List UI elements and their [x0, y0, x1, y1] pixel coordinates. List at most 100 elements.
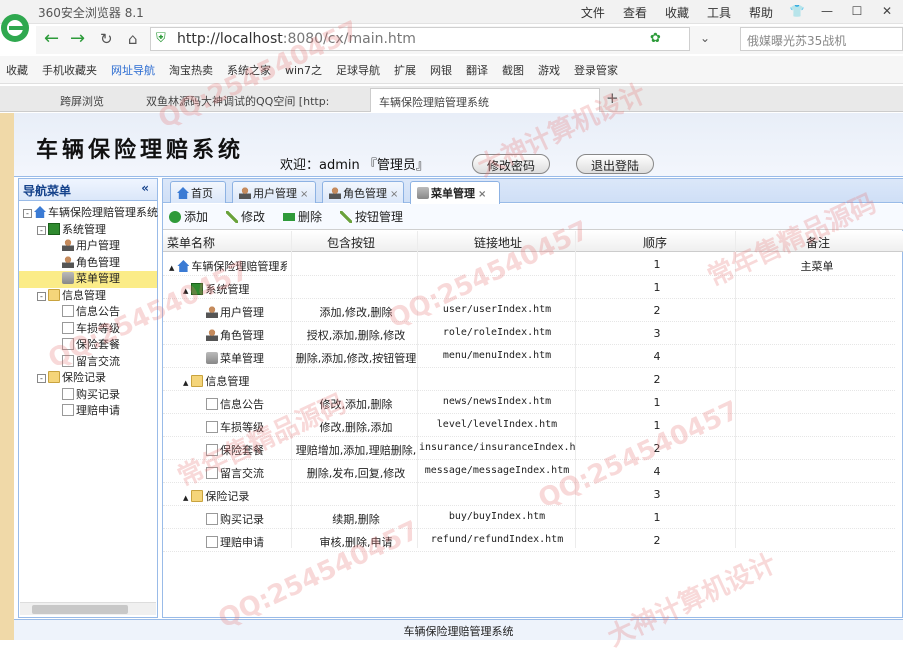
- scroll-thumb[interactable]: [32, 605, 128, 614]
- nav-item[interactable]: 保险套餐: [19, 337, 157, 354]
- table-row[interactable]: 购买记录 续期,删除 buy/buyIndex.htm 1: [163, 506, 895, 529]
- table-row[interactable]: 角色管理 授权,添加,删除,修改 role/roleIndex.htm 3: [163, 322, 895, 345]
- table-row[interactable]: 保险套餐 理赔增加,添加,理赔删除, insurance/insuranceInde…: [163, 437, 895, 460]
- fav-item[interactable]: win7之: [285, 62, 322, 78]
- close-button[interactable]: ✕: [875, 2, 899, 20]
- nav-item[interactable]: - 车辆保险理赔管理系统: [19, 205, 158, 222]
- toggle-icon[interactable]: -: [37, 225, 46, 235]
- nav-item[interactable]: 用户管理: [19, 238, 157, 255]
- search-input[interactable]: 俄媒曝光苏35战机: [740, 27, 903, 51]
- table-row[interactable]: 信息公告 修改,添加,删除 news/newsIndex.htm 1: [163, 391, 895, 414]
- table-row[interactable]: 用户管理 添加,修改,删除 user/userIndex.htm 2: [163, 299, 895, 322]
- browser-tab[interactable]: 双鱼林源码大神调试的QQ空间 [http:: [138, 88, 337, 112]
- home-icon[interactable]: ⌂: [128, 30, 138, 48]
- browser-logo-icon: [0, 2, 34, 52]
- button-manage-button[interactable]: 按钮管理: [340, 208, 403, 225]
- forward-arrow-icon[interactable]: →: [70, 28, 85, 49]
- fav-item[interactable]: 网银: [430, 62, 452, 78]
- nav-item[interactable]: 理赔申请: [19, 403, 157, 420]
- change-password-button[interactable]: 修改密码: [472, 154, 551, 174]
- content-tab[interactable]: 用户管理 ×: [232, 181, 316, 203]
- shirt-icon[interactable]: 👕: [785, 2, 809, 20]
- menu-help[interactable]: 帮助: [749, 4, 773, 21]
- close-tab-icon[interactable]: ×: [300, 189, 308, 200]
- folder-icon: [48, 288, 60, 301]
- nav-item[interactable]: - 信息管理: [19, 288, 157, 305]
- fav-item[interactable]: 游戏: [538, 62, 560, 78]
- nav-item[interactable]: 信息公告: [19, 304, 157, 321]
- refresh-icon[interactable]: ↻: [100, 30, 113, 48]
- fav-item[interactable]: 收藏: [6, 62, 28, 78]
- content-tab[interactable]: 菜单管理 ×: [410, 181, 500, 204]
- table-row[interactable]: ▲ 系统管理 1: [163, 276, 895, 299]
- edit-button[interactable]: 修改: [226, 208, 265, 225]
- url-input[interactable]: http://localhost:8080/cx/main.htm: [150, 27, 690, 51]
- add-button[interactable]: 添加: [169, 208, 208, 225]
- fav-item[interactable]: 翻译: [466, 62, 488, 78]
- cell-order: 1: [653, 511, 661, 524]
- toggle-icon[interactable]: -: [37, 374, 46, 383]
- nav-item[interactable]: - 系统管理: [19, 222, 157, 239]
- new-tab-icon[interactable]: +: [606, 89, 619, 107]
- fav-item[interactable]: 登录管家: [574, 62, 618, 78]
- maximize-button[interactable]: ☐: [845, 2, 869, 20]
- page-icon: [206, 398, 218, 410]
- table-row[interactable]: 车损等级 修改,删除,添加 level/levelIndex.htm 1: [163, 414, 895, 437]
- row-name: 保险套餐: [220, 444, 264, 457]
- expand-icon[interactable]: ▲: [169, 264, 174, 272]
- col-header-name[interactable]: 菜单名称: [167, 234, 215, 251]
- nav-item[interactable]: 购买记录: [19, 387, 157, 404]
- toggle-icon[interactable]: -: [37, 291, 46, 301]
- browser-menu: 文件 查看 收藏 工具 帮助: [581, 4, 773, 21]
- cell-url: level/levelIndex.htm: [436, 419, 558, 430]
- fav-item[interactable]: 淘宝热卖: [169, 62, 213, 78]
- fav-item[interactable]: 足球导航: [336, 62, 380, 78]
- content-tab[interactable]: 角色管理 ×: [322, 181, 404, 203]
- logout-button[interactable]: 退出登陆: [576, 154, 655, 174]
- minimize-button[interactable]: —: [815, 2, 839, 20]
- col-header-note[interactable]: 备注: [738, 234, 898, 251]
- cell-buttons: 理赔增加,添加,理赔删除,: [295, 444, 417, 457]
- col-header-buttons[interactable]: 包含按钮: [291, 234, 411, 251]
- content-tab[interactable]: 首页: [170, 181, 226, 203]
- fav-item[interactable]: 网址导航: [111, 62, 155, 78]
- browser-tab[interactable]: 跨屏浏览: [52, 88, 112, 112]
- chevron-down-icon[interactable]: ⌄: [700, 31, 710, 45]
- nav-item[interactable]: 角色管理: [19, 255, 157, 272]
- fav-item[interactable]: 扩展: [394, 62, 416, 78]
- menu-favorites[interactable]: 收藏: [665, 4, 689, 21]
- cell-buttons: 删除,添加,修改,按钮管理: [295, 352, 417, 365]
- delete-button[interactable]: 删除: [283, 208, 322, 225]
- table-row[interactable]: ▲ 保险记录 3: [163, 483, 895, 506]
- fav-item[interactable]: 系统之家: [227, 62, 271, 78]
- nav-item[interactable]: 车损等级: [19, 321, 157, 338]
- table-row[interactable]: 理赔申请 审核,删除,申请 refund/refundIndex.htm 2: [163, 529, 895, 552]
- nav-item[interactable]: - 保险记录: [19, 370, 157, 387]
- collapse-icon[interactable]: «: [141, 181, 149, 195]
- menu-view[interactable]: 查看: [623, 4, 647, 21]
- table-row[interactable]: 菜单管理 删除,添加,修改,按钮管理 menu/menuIndex.htm 4: [163, 345, 895, 368]
- fav-item[interactable]: 截图: [502, 62, 524, 78]
- nav-item[interactable]: 菜单管理: [19, 271, 157, 288]
- expand-icon[interactable]: ▲: [183, 494, 188, 502]
- nav-item-label: 用户管理: [76, 239, 120, 252]
- col-header-url[interactable]: 链接地址: [418, 234, 578, 251]
- menu-tools[interactable]: 工具: [707, 4, 731, 21]
- col-header-order[interactable]: 顺序: [575, 234, 735, 251]
- table-row[interactable]: ▲ 车辆保险理赔管理系统 1 主菜单: [163, 253, 895, 276]
- close-tab-icon[interactable]: ×: [478, 189, 486, 200]
- cell-order: 2: [653, 534, 661, 547]
- row-name: 理赔申请: [220, 536, 264, 549]
- table-row[interactable]: ▲ 信息管理 2: [163, 368, 895, 391]
- close-tab-icon[interactable]: ×: [390, 189, 398, 200]
- browser-tab-active[interactable]: 车辆保险理赔管理系统: [370, 88, 600, 112]
- menu-file[interactable]: 文件: [581, 4, 605, 21]
- nav-item[interactable]: 留言交流: [19, 354, 157, 371]
- expand-icon[interactable]: ▲: [183, 287, 188, 295]
- nav-scrollbar[interactable]: [20, 602, 156, 615]
- toggle-icon[interactable]: -: [23, 209, 32, 218]
- back-arrow-icon[interactable]: ←: [44, 28, 59, 49]
- table-row[interactable]: 留言交流 删除,发布,回复,修改 message/messageIndex.htm 4: [163, 460, 895, 483]
- fav-item[interactable]: 手机收藏夹: [42, 62, 97, 78]
- expand-icon[interactable]: ▲: [183, 379, 188, 387]
